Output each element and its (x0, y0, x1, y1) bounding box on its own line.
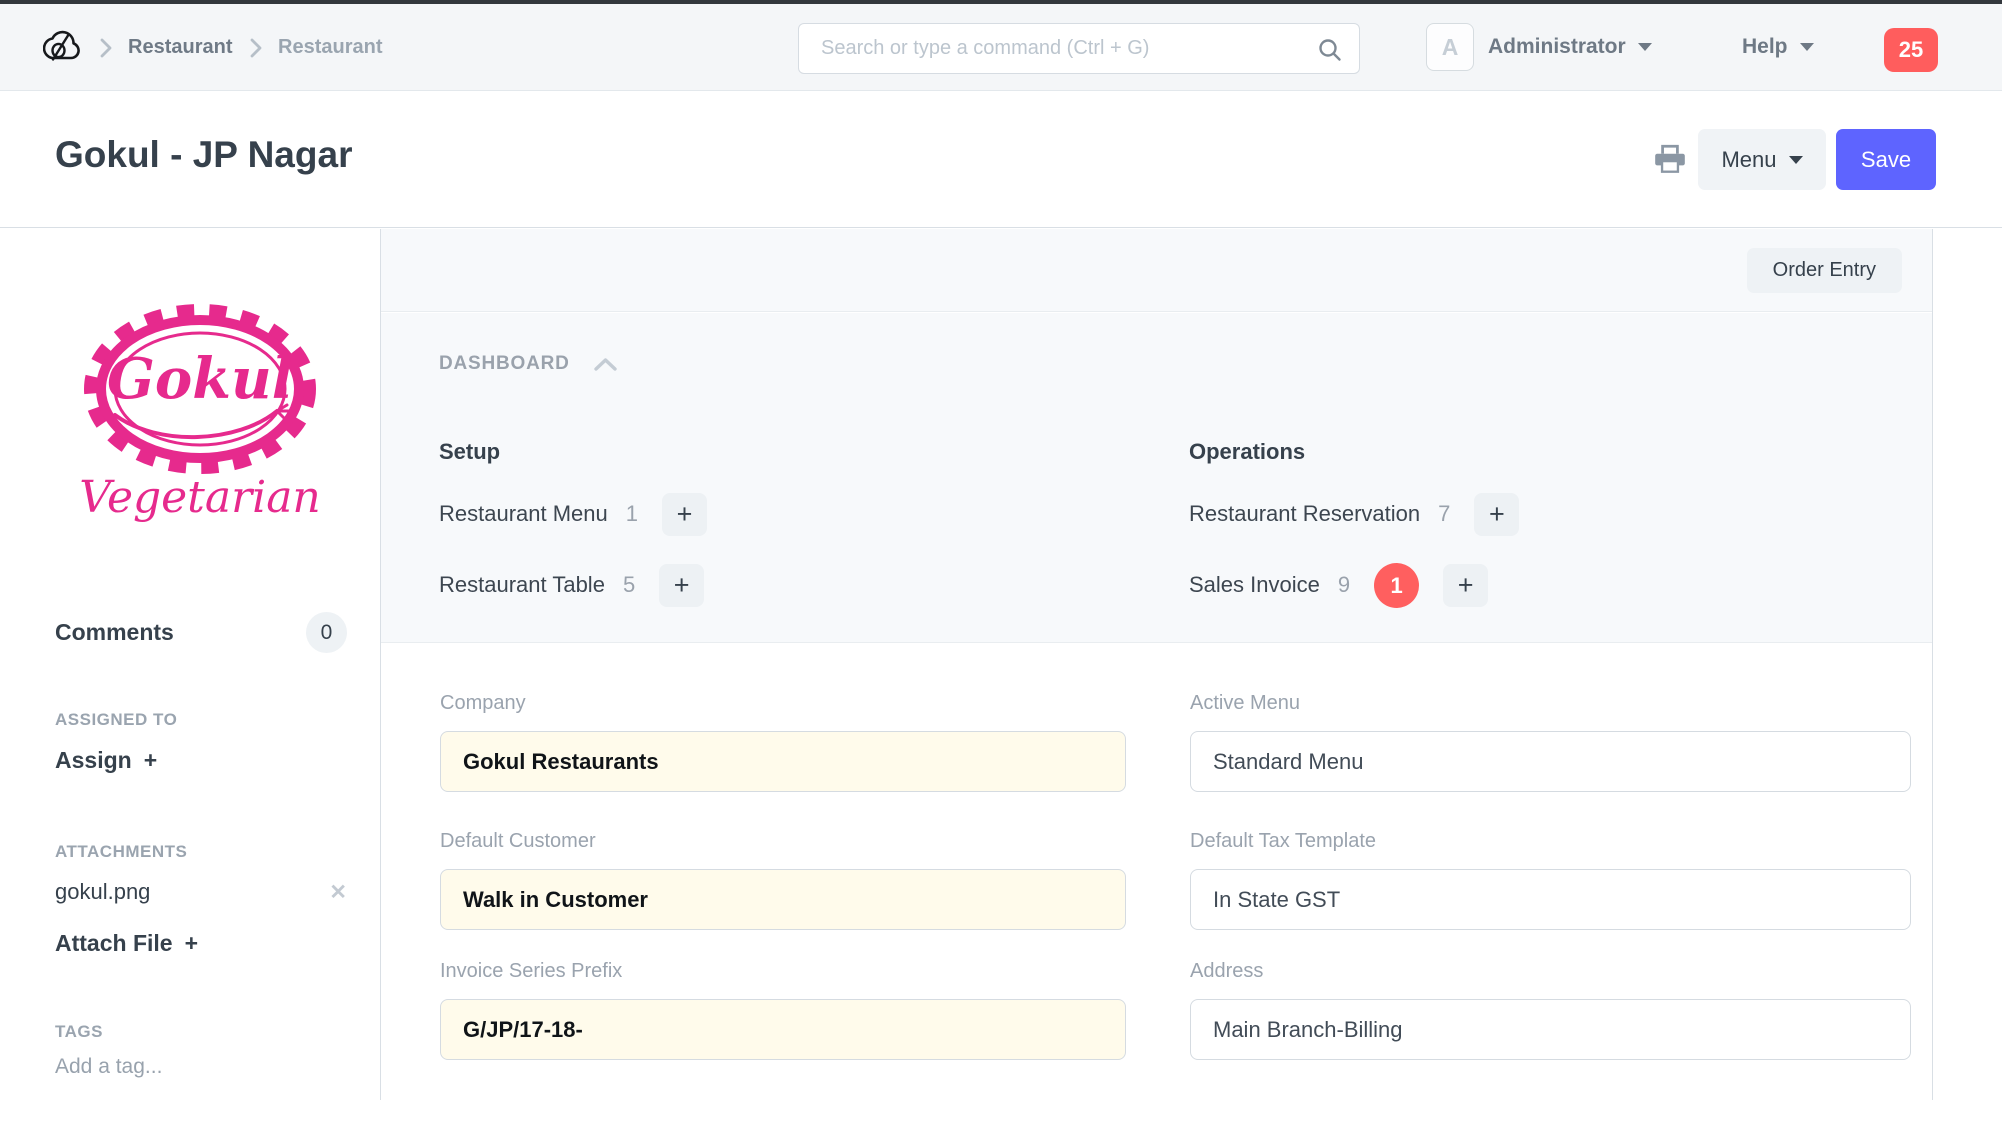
field-default-tax-template: Default Tax Template (1190, 830, 1911, 930)
chevron-up-icon (592, 356, 619, 373)
new-restaurant-table-button[interactable]: + (659, 564, 704, 607)
breadcrumb-restaurant-module[interactable]: Restaurant (128, 4, 232, 90)
help-dropdown[interactable]: Help (1742, 4, 1814, 90)
restaurant-menu-link[interactable]: Restaurant Menu (439, 501, 608, 527)
dashboard-collapse-toggle[interactable]: DASHBOARD (439, 353, 619, 375)
print-icon[interactable] (1652, 143, 1688, 175)
form-fields-section: Company Active Menu Default Customer Def… (381, 644, 1932, 1100)
attachments-heading: ATTACHMENTS (55, 842, 187, 862)
logo-wordmark: Gokul (107, 346, 293, 412)
order-entry-button[interactable]: Order Entry (1747, 248, 1902, 293)
field-company: Company (440, 692, 1126, 792)
search-icon[interactable] (1317, 37, 1343, 63)
active-menu-input[interactable] (1190, 731, 1911, 792)
comments-link[interactable]: Comments 0 (55, 612, 347, 653)
restaurant-table-link[interactable]: Restaurant Table (439, 572, 605, 598)
dashboard-column-operations: Operations Restaurant Reservation 7 + Sa… (1189, 439, 1519, 607)
gokul-vegetarian-logo: Gokul Vegetarian (53, 297, 347, 535)
chevron-down-icon (1800, 43, 1814, 51)
chevron-down-icon (1638, 43, 1652, 51)
restaurant-reservation-count: 7 (1438, 501, 1450, 527)
global-search (798, 23, 1360, 74)
field-label: Default Tax Template (1190, 830, 1911, 853)
sales-invoice-count: 9 (1338, 572, 1350, 598)
page-title: Gokul - JP Nagar (55, 134, 352, 176)
comments-count-badge: 0 (306, 612, 347, 653)
form-body: Order Entry DASHBOARD Setup Restaurant M… (380, 229, 1933, 1100)
field-label: Company (440, 692, 1126, 715)
tags-heading: TAGS (55, 1022, 103, 1042)
sales-invoice-link[interactable]: Sales Invoice (1189, 572, 1320, 598)
field-label: Invoice Series Prefix (440, 960, 1126, 983)
invoice-series-prefix-input[interactable] (440, 999, 1126, 1060)
dashboard-column-setup: Setup Restaurant Menu 1 + Restaurant Tab… (439, 439, 707, 607)
field-label: Active Menu (1190, 692, 1911, 715)
comments-label: Comments (55, 619, 174, 646)
new-restaurant-menu-button[interactable]: + (662, 493, 707, 536)
dashboard-row-restaurant-reservation: Restaurant Reservation 7 + (1189, 492, 1519, 536)
search-input[interactable] (799, 24, 1359, 73)
plus-icon: + (144, 747, 157, 774)
field-active-menu: Active Menu (1190, 692, 1911, 792)
remove-attachment-icon[interactable]: ✕ (329, 880, 347, 905)
menu-button-label: Menu (1721, 147, 1776, 173)
dashboard-row-restaurant-menu: Restaurant Menu 1 + (439, 492, 707, 536)
chevron-down-icon (1789, 156, 1803, 164)
address-input[interactable] (1190, 999, 1911, 1060)
field-address: Address (1190, 960, 1911, 1060)
new-sales-invoice-button[interactable]: + (1443, 564, 1488, 607)
default-tax-template-input[interactable] (1190, 869, 1911, 930)
dashboard-column-title: Operations (1189, 439, 1519, 465)
dashboard-section: DASHBOARD Setup Restaurant Menu 1 + Rest… (381, 313, 1932, 643)
user-menu-label: Administrator (1488, 35, 1626, 59)
dashboard-heading: DASHBOARD (439, 353, 570, 375)
restaurant-table-count: 5 (623, 572, 635, 598)
field-label: Address (1190, 960, 1911, 983)
attachment-link[interactable]: gokul.png (55, 879, 150, 905)
save-button[interactable]: Save (1836, 129, 1936, 190)
field-invoice-series-prefix: Invoice Series Prefix (440, 960, 1126, 1060)
help-label: Help (1742, 35, 1788, 59)
form-toolbar: Order Entry (381, 229, 1932, 312)
user-avatar[interactable]: A (1426, 23, 1474, 71)
logo-subtext: Vegetarian (79, 472, 321, 523)
assign-button[interactable]: Assign + (55, 747, 157, 774)
field-label: Default Customer (440, 830, 1126, 853)
sales-invoice-open-count-badge[interactable]: 1 (1374, 563, 1419, 608)
breadcrumb-restaurant-doctype[interactable]: Restaurant (278, 4, 382, 90)
assign-label: Assign (55, 747, 132, 774)
default-customer-input[interactable] (440, 869, 1126, 930)
notifications-count-badge[interactable]: 25 (1884, 28, 1938, 72)
company-input[interactable] (440, 731, 1126, 792)
add-tag-input[interactable]: Add a tag... (55, 1055, 162, 1079)
restaurant-menu-count: 1 (626, 501, 638, 527)
menu-dropdown-button[interactable]: Menu (1698, 129, 1826, 190)
assigned-to-heading: ASSIGNED TO (55, 710, 177, 730)
new-restaurant-reservation-button[interactable]: + (1474, 493, 1519, 536)
field-default-customer: Default Customer (440, 830, 1126, 930)
dashboard-column-title: Setup (439, 439, 707, 465)
plus-icon: + (185, 930, 198, 957)
attach-file-button[interactable]: Attach File + (55, 930, 198, 957)
form-sidebar: Gokul Vegetarian Comments 0 ASSIGNED TO … (0, 229, 380, 1136)
breadcrumb-chevron-icon (248, 37, 264, 59)
user-menu-dropdown[interactable]: Administrator (1488, 4, 1652, 90)
dashboard-row-restaurant-table: Restaurant Table 5 + (439, 563, 707, 607)
dashboard-row-sales-invoice: Sales Invoice 9 1 + (1189, 563, 1519, 607)
app-cloud-logo-icon[interactable] (43, 28, 83, 66)
attachment-row: gokul.png ✕ (55, 879, 347, 905)
desk-page: Restaurant Restaurant A Administrator He… (0, 0, 2002, 1136)
navbar: Restaurant Restaurant A Administrator He… (0, 4, 2002, 91)
breadcrumb-chevron-icon (98, 37, 114, 59)
attach-file-label: Attach File (55, 930, 173, 957)
page-head: Gokul - JP Nagar Menu Save (0, 91, 2002, 228)
restaurant-reservation-link[interactable]: Restaurant Reservation (1189, 501, 1420, 527)
